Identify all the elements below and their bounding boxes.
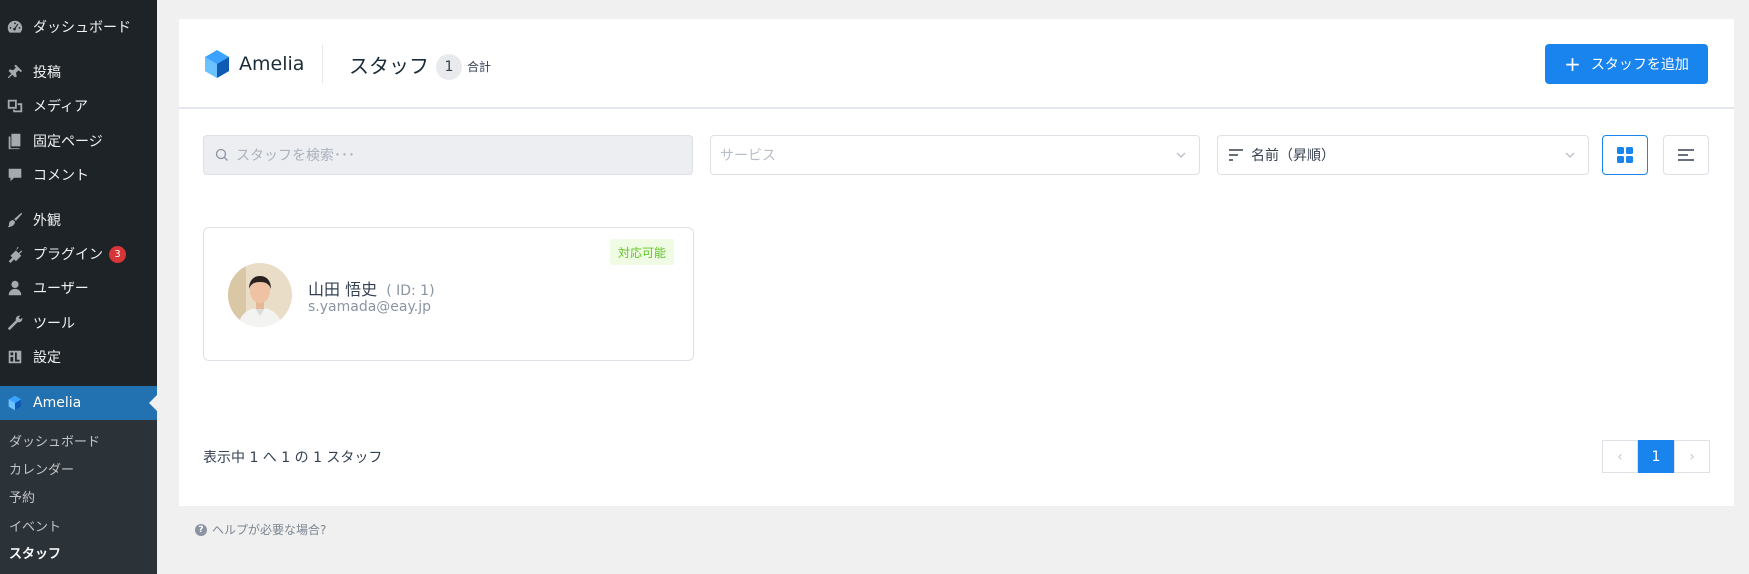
dashboard-icon	[5, 17, 25, 37]
help-text: ヘルプが必要な場合?	[212, 523, 327, 537]
sidebar-item-plugins[interactable]: プラグイン 3	[0, 237, 157, 271]
header-divider	[322, 45, 323, 83]
avatar	[228, 263, 292, 327]
total-count-label: 合計	[467, 60, 492, 74]
chevron-down-icon	[1176, 152, 1186, 158]
sidebar-item-posts[interactable]: 投稿	[0, 55, 157, 89]
grid-icon	[1617, 147, 1633, 163]
submenu-item-appointments[interactable]: 予約	[9, 487, 35, 506]
user-icon	[5, 278, 25, 298]
status-badge: 対応可能	[610, 239, 675, 265]
sort-value: 名前（昇順）	[1251, 148, 1335, 164]
wrench-icon	[5, 313, 25, 333]
sidebar-item-label: メディア	[33, 99, 89, 115]
submenu-item-events[interactable]: イベント	[9, 516, 61, 535]
sidebar-item-label: 投稿	[33, 65, 61, 81]
media-icon	[5, 96, 25, 116]
sidebar-item-label: ダッシュボード	[33, 20, 131, 36]
prev-page-button[interactable]: ‹	[1602, 440, 1638, 473]
submenu-item-dashboard[interactable]: ダッシュボード	[9, 431, 100, 450]
sidebar-item-amelia[interactable]: Amelia	[0, 386, 157, 420]
search-placeholder: スタッフを検索･･･	[236, 148, 355, 164]
help-link[interactable]: ? ヘルプが必要な場合?	[195, 521, 326, 538]
submenu-item-staff[interactable]: スタッフ	[9, 543, 61, 562]
submenu-item-calendar[interactable]: カレンダー	[9, 459, 74, 478]
sidebar-item-pages[interactable]: 固定ページ	[0, 124, 157, 158]
question-icon: ?	[195, 523, 207, 536]
sidebar-item-media[interactable]: メディア	[0, 89, 157, 123]
staff-panel: Amelia スタッフ 1 合計 + スタッフを追加 スタッフを検索･･･ サー…	[179, 19, 1734, 506]
amelia-submenu: ダッシュボード カレンダー 予約 イベント スタッフ	[0, 420, 157, 574]
pin-icon	[5, 62, 25, 82]
total-count-badge: 1	[436, 54, 462, 80]
sidebar-item-appearance[interactable]: 外観	[0, 203, 157, 237]
sidebar-item-dashboard[interactable]: ダッシュボード	[0, 10, 157, 44]
sidebar-item-settings[interactable]: 設定	[0, 340, 157, 374]
sidebar-item-comments[interactable]: コメント	[0, 158, 157, 192]
search-icon	[215, 148, 228, 161]
page-header: Amelia スタッフ 1 合計 + スタッフを追加	[179, 19, 1734, 109]
plugin-icon	[5, 244, 25, 264]
list-icon	[1678, 149, 1694, 161]
sidebar-item-label: 固定ページ	[33, 134, 103, 150]
employee-id: ( ID: 1)	[386, 283, 435, 299]
list-view-button[interactable]	[1663, 135, 1709, 175]
amelia-logo-icon	[205, 50, 229, 78]
sidebar-item-label: 設定	[33, 350, 61, 366]
comment-icon	[5, 165, 25, 185]
page-icon	[5, 131, 25, 151]
page-title: スタッフ	[349, 54, 429, 78]
employee-name-row: 山田 悟史 ( ID: 1)	[308, 276, 435, 300]
wp-admin-sidebar: ダッシュボード 投稿 メディア 固定ページ コメント 外観 プラグイン 3 ユー…	[0, 0, 157, 574]
plus-icon: +	[1564, 52, 1581, 76]
sidebar-item-label: コメント	[33, 168, 89, 184]
plugin-update-count-badge: 3	[109, 245, 126, 263]
chevron-down-icon	[1565, 152, 1575, 158]
sidebar-item-label: プラグイン	[33, 247, 103, 263]
service-placeholder: サービス	[720, 148, 776, 164]
service-filter-select[interactable]: サービス	[710, 135, 1200, 175]
sidebar-item-label: ユーザー	[33, 281, 89, 297]
sidebar-item-label: Amelia	[33, 395, 82, 411]
add-staff-button[interactable]: + スタッフを追加	[1545, 44, 1708, 84]
employee-name: 山田 悟史	[308, 280, 378, 299]
brush-icon	[5, 210, 25, 230]
sidebar-item-label: 外観	[33, 213, 61, 229]
logo-text: Amelia	[239, 53, 305, 75]
amelia-logo: Amelia	[203, 49, 304, 79]
sidebar-item-users[interactable]: ユーザー	[0, 271, 157, 305]
sidebar-item-label: ツール	[33, 316, 75, 332]
amelia-icon	[5, 393, 25, 413]
sort-icon	[1229, 149, 1243, 161]
employee-email: s.yamada@eay.jp	[308, 299, 431, 315]
add-staff-label: スタッフを追加	[1590, 57, 1689, 73]
employee-card[interactable]: 対応可能 山田 悟史 ( ID: 1) s.yamada@eay.jp	[203, 227, 694, 361]
sidebar-item-tools[interactable]: ツール	[0, 306, 157, 340]
grid-view-button[interactable]	[1602, 135, 1648, 175]
pagination: ‹ 1 ›	[1602, 440, 1710, 473]
pagination-info: 表示中 1 へ 1 の 1 スタッフ	[203, 450, 383, 466]
search-input[interactable]: スタッフを検索･･･	[203, 135, 693, 175]
next-page-button[interactable]: ›	[1674, 440, 1710, 473]
page-button-1[interactable]: 1	[1638, 440, 1674, 473]
sort-select[interactable]: 名前（昇順）	[1217, 135, 1589, 175]
settings-icon	[5, 347, 25, 367]
